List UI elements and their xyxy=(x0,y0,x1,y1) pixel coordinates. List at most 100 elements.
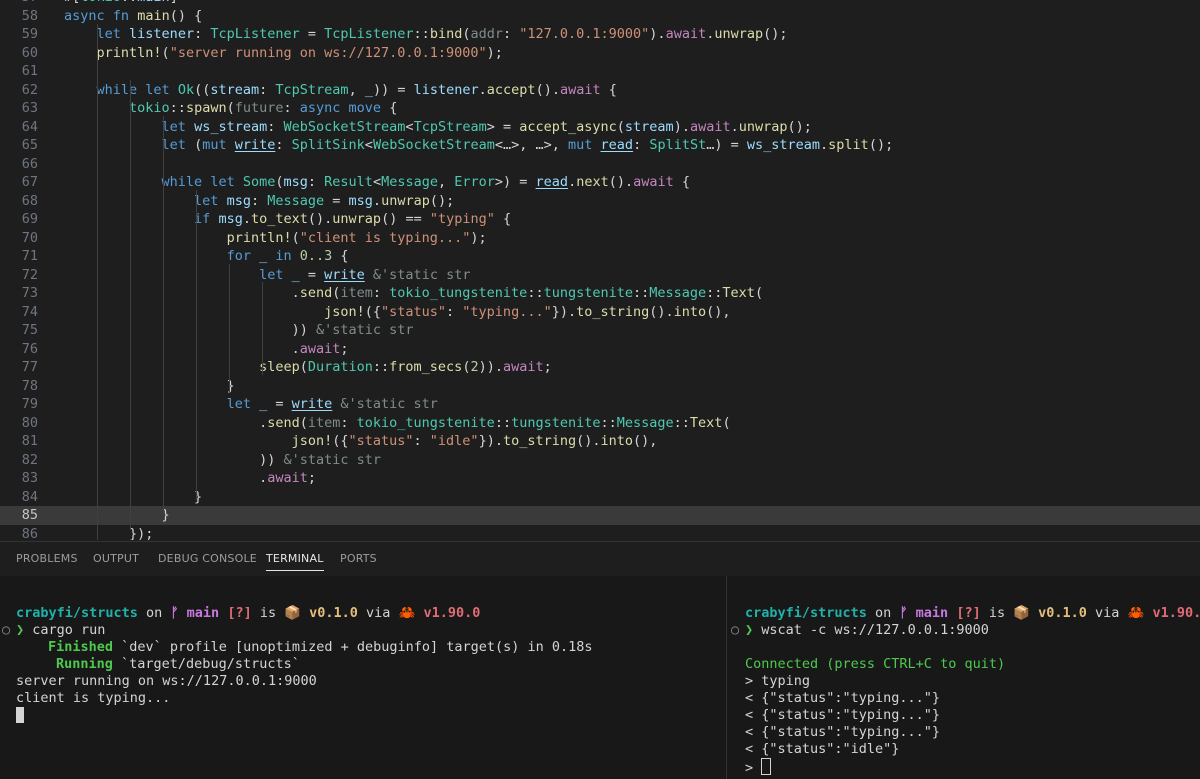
line-number: 60 xyxy=(21,44,38,61)
line-number: 80 xyxy=(21,414,38,431)
line-number: 77 xyxy=(21,359,38,375)
line-number: 75 xyxy=(21,322,38,338)
code-line[interactable]: 62 while let Ok((stream: TcpStream, _)) … xyxy=(0,81,1200,100)
tab-problems[interactable]: PROBLEMS xyxy=(16,552,78,565)
code-line[interactable]: 67 while let Some(msg: Result<Message, E… xyxy=(0,173,1200,192)
code-line[interactable]: 86 }); xyxy=(0,525,1200,541)
line-number: 70 xyxy=(21,229,38,246)
command-marker-icon: ○ xyxy=(2,622,11,638)
code-line[interactable]: 66 xyxy=(0,155,1200,174)
line-number: 59 xyxy=(21,26,38,42)
code-text: if msg.to_text().unwrap() == "typing" { xyxy=(194,211,512,227)
code-line[interactable]: 69 if msg.to_text().unwrap() == "typing"… xyxy=(0,210,1200,229)
code-text: for _ in 0..3 { xyxy=(226,248,349,264)
line-number: 66 xyxy=(21,155,38,172)
code-text: tokio::spawn(future: async move { xyxy=(129,100,398,116)
code-line[interactable]: 74 json!({"status": "typing..."}).to_str… xyxy=(0,303,1200,322)
code-text: let msg: Message = msg.unwrap(); xyxy=(194,192,455,209)
code-line[interactable]: 58 async fn main() { xyxy=(0,7,1200,26)
code-line[interactable]: 72 let _ = write &'static str xyxy=(0,266,1200,285)
code-text: sleep(Duration::from_secs(2)).await; xyxy=(259,359,552,375)
code-text: println!("client is typing..."); xyxy=(226,229,487,246)
wscat-line: > typing xyxy=(745,673,811,689)
line-number: 76 xyxy=(21,340,38,357)
line-number: 85 xyxy=(21,507,38,523)
output-server: server running on ws://127.0.0.1:9000 xyxy=(16,673,317,689)
line-number: 65 xyxy=(21,137,38,153)
code-line[interactable]: 82 )) &'static str xyxy=(0,451,1200,470)
code-line[interactable]: 81 json!({"status": "idle"}).to_string()… xyxy=(0,432,1200,451)
code-line[interactable]: 64 let ws_stream: WebSocketStream<TcpStr… xyxy=(0,118,1200,137)
line-number: 71 xyxy=(21,248,38,264)
indent-guide xyxy=(97,24,98,540)
terminal-right[interactable]: crabyfi/structs on ᚠ main [?] is 📦 v0.1.… xyxy=(727,576,1200,779)
code-line[interactable]: 71 for _ in 0..3 { xyxy=(0,247,1200,266)
line-number: 58 xyxy=(21,7,38,24)
code-line[interactable]: 85 } xyxy=(0,506,1200,525)
command-line: ❯ wscat -c ws://127.0.0.1:9000 xyxy=(745,622,989,638)
tab-terminal[interactable]: TERMINAL xyxy=(266,552,324,571)
code-line[interactable]: 76 .await; xyxy=(0,340,1200,359)
line-number: 63 xyxy=(21,100,38,116)
code-text: }); xyxy=(64,525,154,541)
line-number: 86 xyxy=(21,525,38,541)
terminal-left[interactable]: crabyfi/structs on ᚠ main [?] is 📦 v0.1.… xyxy=(0,576,726,779)
tab-debug-console[interactable]: DEBUG CONSOLE xyxy=(158,552,257,565)
indent-guide xyxy=(163,116,164,515)
terminal-cursor xyxy=(16,707,24,725)
code-line[interactable]: 77 sleep(Duration::from_secs(2)).await; xyxy=(0,358,1200,377)
code-line[interactable]: 59 let listener: TcpListener = TcpListen… xyxy=(0,25,1200,44)
indent-guide xyxy=(196,190,197,500)
code-line[interactable]: 78 } xyxy=(0,377,1200,396)
code-line[interactable]: 70 println!("client is typing..."); xyxy=(0,229,1200,248)
code-text: let ws_stream: WebSocketStream<TcpStream… xyxy=(161,118,812,135)
line-number: 83 xyxy=(21,470,38,486)
code-text: } xyxy=(64,377,235,394)
code-text: let (mut write: SplitSink<WebSocketStrea… xyxy=(161,137,894,153)
code-line[interactable]: 63 tokio::spawn(future: async move { xyxy=(0,99,1200,118)
indent-guide xyxy=(130,80,131,530)
prompt-line: crabyfi/structs on ᚠ main [?] is 📦 v0.1.… xyxy=(16,605,481,621)
code-text: let listener: TcpListener = TcpListener:… xyxy=(96,26,788,42)
wscat-line: < {"status":"typing..."} xyxy=(745,707,941,723)
line-number: 67 xyxy=(21,174,38,190)
panel-tab-bar: PROBLEMS OUTPUT DEBUG CONSOLE TERMINAL P… xyxy=(0,541,1200,576)
code-text: while let Some(msg: Result<Message, Erro… xyxy=(161,174,691,190)
line-number: 81 xyxy=(21,433,38,449)
tab-output[interactable]: OUTPUT xyxy=(93,552,139,565)
line-number: 78 xyxy=(21,377,38,394)
code-text: } xyxy=(64,488,203,505)
wscat-line: < {"status":"typing..."} xyxy=(745,690,941,706)
line-number: 69 xyxy=(21,211,38,227)
line-number: 61 xyxy=(21,63,38,79)
wscat-connected: Connected (press CTRL+C to quit) xyxy=(745,656,1006,672)
code-text: println!("server running on ws://127.0.0… xyxy=(96,44,503,61)
line-number: 73 xyxy=(21,285,38,301)
line-number: 84 xyxy=(21,488,38,505)
code-editor[interactable]: 57#[tokio::main]58async fn main() {59 le… xyxy=(0,0,1200,540)
output-typing: client is typing... xyxy=(16,690,171,706)
code-line[interactable]: 84 } xyxy=(0,488,1200,507)
indent-guide xyxy=(229,264,230,392)
code-text: .await; xyxy=(64,340,349,357)
wscat-input-line[interactable]: > xyxy=(745,758,772,777)
code-line[interactable]: 61 xyxy=(0,62,1200,81)
code-line[interactable]: 79 let _ = write &'static str xyxy=(0,395,1200,414)
line-number: 74 xyxy=(21,303,38,320)
code-line[interactable]: 60 println!("server running on ws://127.… xyxy=(0,44,1200,63)
code-line[interactable]: 83 .await; xyxy=(0,469,1200,488)
code-text: .await; xyxy=(64,470,316,486)
code-text: let _ = write &'static str xyxy=(259,266,471,283)
line-number: 72 xyxy=(21,266,38,283)
command-marker-icon: ○ xyxy=(731,622,740,638)
tab-ports[interactable]: PORTS xyxy=(340,552,377,565)
code-line[interactable]: 65 let (mut write: SplitSink<WebSocketSt… xyxy=(0,136,1200,155)
indent-guide xyxy=(262,282,263,375)
code-line[interactable]: 73 .send(item: tokio_tungstenite::tungst… xyxy=(0,284,1200,303)
code-line[interactable]: 68 let msg: Message = msg.unwrap(); xyxy=(0,192,1200,211)
code-line[interactable]: 75 )) &'static str xyxy=(0,321,1200,340)
code-text: )) &'static str xyxy=(64,451,381,468)
code-text: async fn main() { xyxy=(64,7,203,24)
code-line[interactable]: 80 .send(item: tokio_tungstenite::tungst… xyxy=(0,414,1200,433)
line-number: 82 xyxy=(21,451,38,468)
